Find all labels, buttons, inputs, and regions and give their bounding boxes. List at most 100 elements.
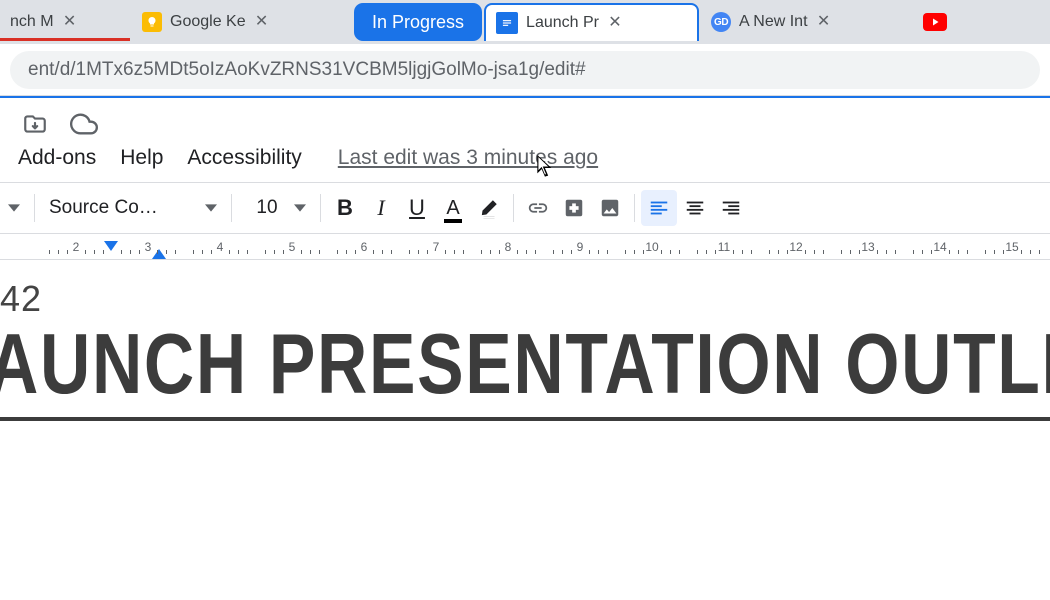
bold-button[interactable]: B: [327, 190, 363, 226]
text-color-button[interactable]: A: [435, 190, 471, 226]
ruler-number: 6: [361, 240, 368, 254]
font-size-dropdown[interactable]: 10: [238, 193, 314, 223]
ruler-tick: [994, 250, 995, 254]
ruler-tick: [859, 250, 860, 254]
font-family-dropdown[interactable]: Source Co…: [41, 193, 225, 223]
address-bar[interactable]: ent/d/1MTx6z5MDt5oIzAoKvZRNS31VCBM5ljgjG…: [10, 51, 1040, 89]
font-size-label: 10: [246, 197, 288, 219]
tab-3-pill[interactable]: In Progress: [354, 3, 482, 41]
ruler-tick: [382, 250, 383, 254]
ruler-tick: [481, 250, 482, 254]
ruler-tick: [841, 250, 842, 254]
horizontal-ruler[interactable]: 23456789101112131415: [0, 234, 1050, 260]
ruler-tick: [598, 250, 599, 254]
menu-bar: Add-ons Help Accessibility Last edit was…: [0, 142, 1050, 182]
document-canvas[interactable]: 42 AUNCH PRESENTATION OUTLINE: [0, 260, 1050, 421]
insert-comment-button[interactable]: [556, 190, 592, 226]
ruler-number: 4: [217, 240, 224, 254]
toolbar-separator: [634, 194, 635, 222]
ruler-tick: [391, 250, 392, 254]
ruler-tick: [373, 250, 374, 254]
ruler-tick: [94, 250, 95, 254]
ruler-tick: [1039, 250, 1040, 254]
ruler-number: 3: [145, 240, 152, 254]
first-line-indent-marker[interactable]: [152, 246, 166, 260]
underline-button[interactable]: U: [399, 190, 435, 226]
menu-addons[interactable]: Add-ons: [18, 146, 96, 170]
ruler-tick: [697, 250, 698, 254]
tab-1[interactable]: nch M ✕: [0, 3, 130, 41]
highlight-color-button[interactable]: [471, 190, 507, 226]
tab-loading-indicator: [0, 38, 130, 41]
italic-button[interactable]: I: [363, 190, 399, 226]
ruler-tick: [949, 250, 950, 254]
ruler-tick: [1003, 250, 1004, 254]
ruler-number: 13: [861, 240, 874, 254]
ruler-tick: [661, 250, 662, 254]
styles-dropdown-caret[interactable]: [8, 198, 28, 218]
insert-image-button[interactable]: [592, 190, 628, 226]
ruler-tick: [229, 250, 230, 254]
docs-icon: [496, 12, 518, 34]
ruler-tick: [67, 250, 68, 254]
ruler-tick: [634, 250, 635, 254]
doc-horizontal-rule: [0, 417, 1050, 421]
align-right-button[interactable]: [713, 190, 749, 226]
ruler-tick: [931, 250, 932, 254]
ruler-tick: [445, 250, 446, 254]
ruler-tick: [355, 250, 356, 254]
move-to-folder-icon[interactable]: [22, 111, 48, 137]
ruler-tick: [751, 250, 752, 254]
insert-link-button[interactable]: [520, 190, 556, 226]
ruler-tick: [301, 250, 302, 254]
ruler-tick: [283, 250, 284, 254]
ruler-tick: [193, 250, 194, 254]
left-indent-marker[interactable]: [104, 238, 118, 256]
align-center-button[interactable]: [677, 190, 713, 226]
ruler-number: 7: [433, 240, 440, 254]
ruler-tick: [463, 250, 464, 254]
font-family-label: Source Co…: [49, 197, 199, 219]
ruler-tick: [679, 250, 680, 254]
ruler-number: 10: [645, 240, 658, 254]
close-icon[interactable]: ✕: [254, 14, 270, 30]
tab-6[interactable]: [913, 3, 973, 41]
formatting-toolbar: Source Co… 10 B I U A: [0, 182, 1050, 234]
url-text: ent/d/1MTx6z5MDt5oIzAoKvZRNS31VCBM5ljgjG…: [28, 59, 586, 81]
ruler-tick: [643, 250, 644, 254]
app-header: [0, 98, 1050, 142]
cloud-status-icon[interactable]: [70, 110, 98, 138]
ruler-tick: [247, 250, 248, 254]
ruler-tick: [877, 250, 878, 254]
ruler-tick: [265, 250, 266, 254]
ruler-tick: [130, 250, 131, 254]
ruler-tick: [49, 250, 50, 254]
tab-4-active[interactable]: Launch Pr ✕: [484, 3, 699, 41]
ruler-tick: [787, 250, 788, 254]
menu-accessibility[interactable]: Accessibility: [187, 146, 301, 170]
close-icon[interactable]: ✕: [62, 14, 78, 30]
ruler-tick: [310, 250, 311, 254]
ruler-tick: [409, 250, 410, 254]
tab-2[interactable]: Google Ke ✕: [132, 3, 352, 41]
ruler-tick: [346, 250, 347, 254]
ruler-tick: [670, 250, 671, 254]
align-left-button[interactable]: [641, 190, 677, 226]
last-edit-status[interactable]: Last edit was 3 minutes ago: [338, 146, 598, 170]
menu-help[interactable]: Help: [120, 146, 163, 170]
ruler-number: 5: [289, 240, 296, 254]
ruler-number: 15: [1005, 240, 1018, 254]
ruler-tick: [769, 250, 770, 254]
ruler-tick: [211, 250, 212, 254]
tab-5[interactable]: GD A New Int ✕: [701, 3, 911, 41]
youtube-icon: [923, 13, 947, 31]
close-icon[interactable]: ✕: [607, 15, 623, 31]
doc-pretitle: 42: [0, 278, 1050, 320]
ruler-tick: [886, 250, 887, 254]
ruler-tick: [175, 250, 176, 254]
tab-label: In Progress: [372, 12, 464, 33]
ruler-tick: [850, 250, 851, 254]
close-icon[interactable]: ✕: [816, 14, 832, 30]
ruler-tick: [319, 250, 320, 254]
ruler-tick: [985, 250, 986, 254]
